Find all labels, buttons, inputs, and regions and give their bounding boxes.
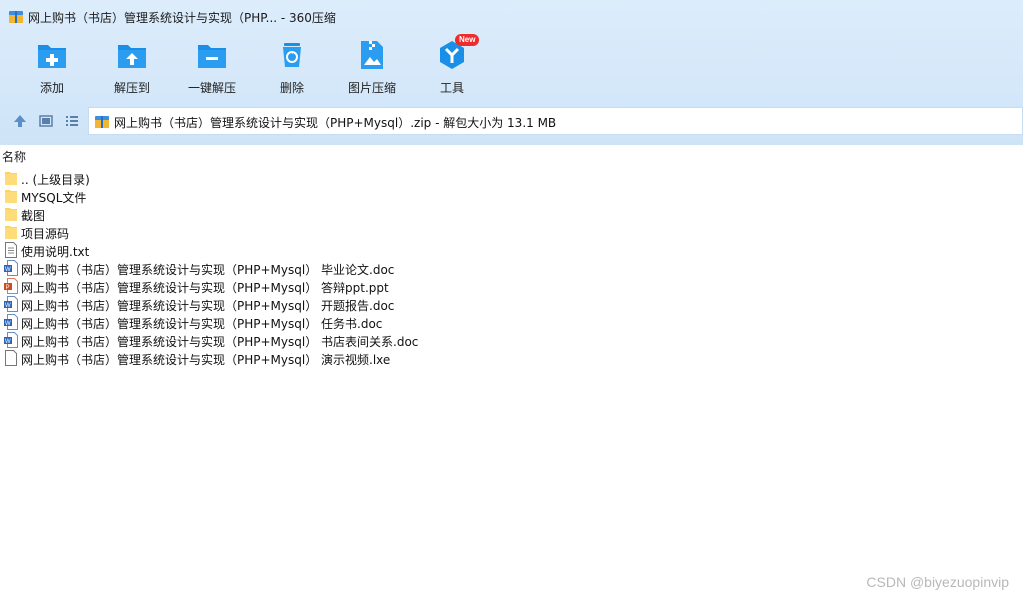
- title-bar: 网上购书（书店）管理系统设计与实现（PHP... - 360压缩: [0, 0, 1023, 34]
- image-compress-label: 图片压缩: [347, 81, 396, 95]
- add-button[interactable]: 添加: [12, 38, 92, 96]
- toolbar-area: 网上购书（书店）管理系统设计与实现（PHP... - 360压缩 添加 解压到 …: [0, 0, 1023, 145]
- file-row[interactable]: 使用说明.txt: [0, 241, 1023, 259]
- file-name: 网上购书（书店）管理系统设计与实现（PHP+Mysql） 书店表间关系.doc: [21, 335, 419, 349]
- powerpoint-icon: P: [4, 278, 18, 294]
- word-doc-icon: W: [4, 314, 18, 330]
- new-badge: New: [455, 34, 480, 46]
- word-doc-icon: W: [4, 296, 18, 312]
- watermark: CSDN @biyezuopinvip: [866, 574, 1009, 590]
- one-click-extract-label: 一键解压: [187, 81, 236, 95]
- folder-row[interactable]: MYSQL文件: [0, 187, 1023, 205]
- tools-button[interactable]: New 工具: [412, 34, 492, 96]
- file-name: 网上购书（书店）管理系统设计与实现（PHP+Mysql） 毕业论文.doc: [21, 263, 395, 277]
- file-list: .. (上级目录) MYSQL文件 截图项目源码使用说明.txt W 网上购书（书店）管…: [0, 169, 1023, 367]
- file-row[interactable]: 网上购书（书店）管理系统设计与实现（PHP+Mysql） 演示视频.lxe: [0, 349, 1023, 367]
- folder-oneclick-extract-icon: [198, 45, 226, 68]
- generic-file-icon: [5, 350, 17, 366]
- zip-archive-icon: [95, 116, 109, 128]
- folder-row[interactable]: .. (上级目录): [0, 169, 1023, 187]
- navigation-row: 网上购书（书店）管理系统设计与实现（PHP+Mysql）.zip - 解包大小为…: [0, 106, 1023, 137]
- svg-text:W: W: [5, 267, 11, 273]
- svg-text:W: W: [5, 321, 11, 327]
- word-doc-icon: W: [4, 260, 18, 276]
- file-row[interactable]: P 网上购书（书店）管理系统设计与实现（PHP+Mysql） 答辩ppt.ppt: [0, 277, 1023, 295]
- address-bar[interactable]: 网上购书（书店）管理系统设计与实现（PHP+Mysql）.zip - 解包大小为…: [88, 107, 1023, 135]
- tools-label: 工具: [439, 81, 464, 95]
- image-compress-icon: [361, 41, 383, 69]
- address-path: 网上购书（书店）管理系统设计与实现（PHP+Mysql）.zip - 解包大小为…: [114, 116, 557, 130]
- toolbar: 添加 解压到 一键解压 删除 图片压缩 New 工具: [0, 34, 1023, 100]
- folder-extract-icon: [118, 45, 146, 68]
- folder-icon: [5, 226, 17, 239]
- file-name: 网上购书（书店）管理系统设计与实现（PHP+Mysql） 开题报告.doc: [21, 299, 395, 313]
- thumbnail-view-icon[interactable]: [38, 113, 54, 129]
- folder-icon: [5, 172, 17, 185]
- delete-label: 删除: [279, 81, 304, 95]
- delete-button[interactable]: 删除: [252, 38, 332, 96]
- file-name: 网上购书（书店）管理系统设计与实现（PHP+Mysql） 演示视频.lxe: [21, 353, 391, 367]
- folder-icon: [5, 190, 17, 203]
- extract-to-button[interactable]: 解压到: [92, 38, 172, 96]
- svg-text:W: W: [5, 339, 11, 345]
- word-doc-icon: W: [4, 332, 18, 348]
- file-name: 网上购书（书店）管理系统设计与实现（PHP+Mysql） 任务书.doc: [21, 317, 383, 331]
- file-name: 网上购书（书店）管理系统设计与实现（PHP+Mysql） 答辩ppt.ppt: [21, 281, 389, 295]
- window-title: 网上购书（书店）管理系统设计与实现（PHP... - 360压缩: [28, 11, 336, 25]
- one-click-extract-button[interactable]: 一键解压: [172, 38, 252, 96]
- svg-text:W: W: [5, 303, 11, 309]
- file-row[interactable]: W 网上购书（书店）管理系统设计与实现（PHP+Mysql） 毕业论文.doc: [0, 259, 1023, 277]
- up-arrow-icon[interactable]: [12, 113, 28, 129]
- file-name: 截图: [21, 209, 46, 223]
- column-header-name[interactable]: 名称: [2, 148, 26, 165]
- folder-row[interactable]: 项目源码: [0, 223, 1023, 241]
- list-view-icon[interactable]: [64, 113, 80, 129]
- file-row[interactable]: W 网上购书（书店）管理系统设计与实现（PHP+Mysql） 开题报告.doc: [0, 295, 1023, 313]
- file-name: 使用说明.txt: [21, 245, 90, 259]
- add-label: 添加: [39, 81, 64, 95]
- svg-text:P: P: [6, 285, 10, 291]
- file-name: .. (上级目录): [21, 173, 90, 187]
- folder-add-icon: [38, 45, 66, 68]
- trash-recycle-icon: [283, 43, 301, 67]
- file-row[interactable]: W 网上购书（书店）管理系统设计与实现（PHP+Mysql） 书店表间关系.doc: [0, 331, 1023, 349]
- image-compress-button[interactable]: 图片压缩: [332, 38, 412, 96]
- file-row[interactable]: W 网上购书（书店）管理系统设计与实现（PHP+Mysql） 任务书.doc: [0, 313, 1023, 331]
- folder-icon: [5, 208, 17, 221]
- file-name: MYSQL文件: [21, 191, 87, 205]
- file-name: 项目源码: [21, 227, 70, 241]
- extract-to-label: 解压到: [113, 81, 150, 95]
- folder-row[interactable]: 截图: [0, 205, 1023, 223]
- 360zip-app-icon: [9, 11, 23, 23]
- text-file-icon: [5, 242, 17, 258]
- file-list-header: 名称: [0, 146, 1023, 164]
